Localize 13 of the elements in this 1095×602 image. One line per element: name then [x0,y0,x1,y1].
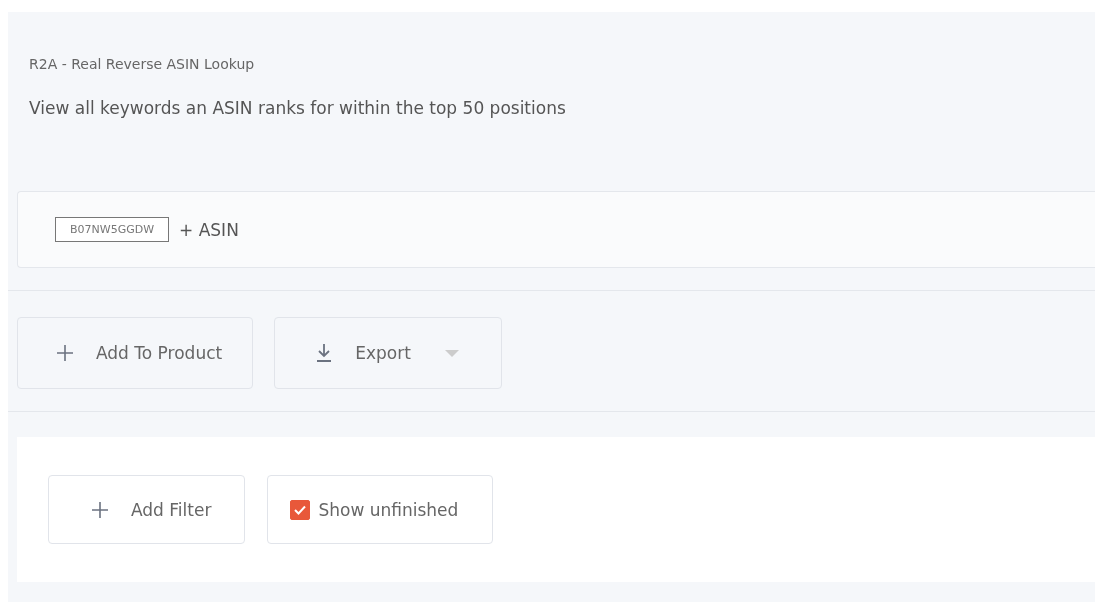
plus-icon [91,500,109,519]
export-button[interactable]: Export [274,317,502,389]
page-title: R2A - Real Reverse ASIN Lookup [29,56,256,72]
asin-tag[interactable]: B07NW5GGDW [55,217,170,242]
add-to-product-button[interactable]: Add To Product [17,317,254,389]
page-subtitle: View all keywords an ASIN ranks for within the top 50 positions [29,98,567,118]
plus-icon [56,344,74,362]
add-asin-button[interactable]: + ASIN [179,219,239,240]
download-icon [315,343,334,363]
caret-icon [444,349,459,357]
checkbox[interactable] [290,499,311,520]
add-filter-button[interactable]: Add Filter [48,475,246,544]
show-unfinished-toggle[interactable]: Show unfinished [267,475,494,544]
